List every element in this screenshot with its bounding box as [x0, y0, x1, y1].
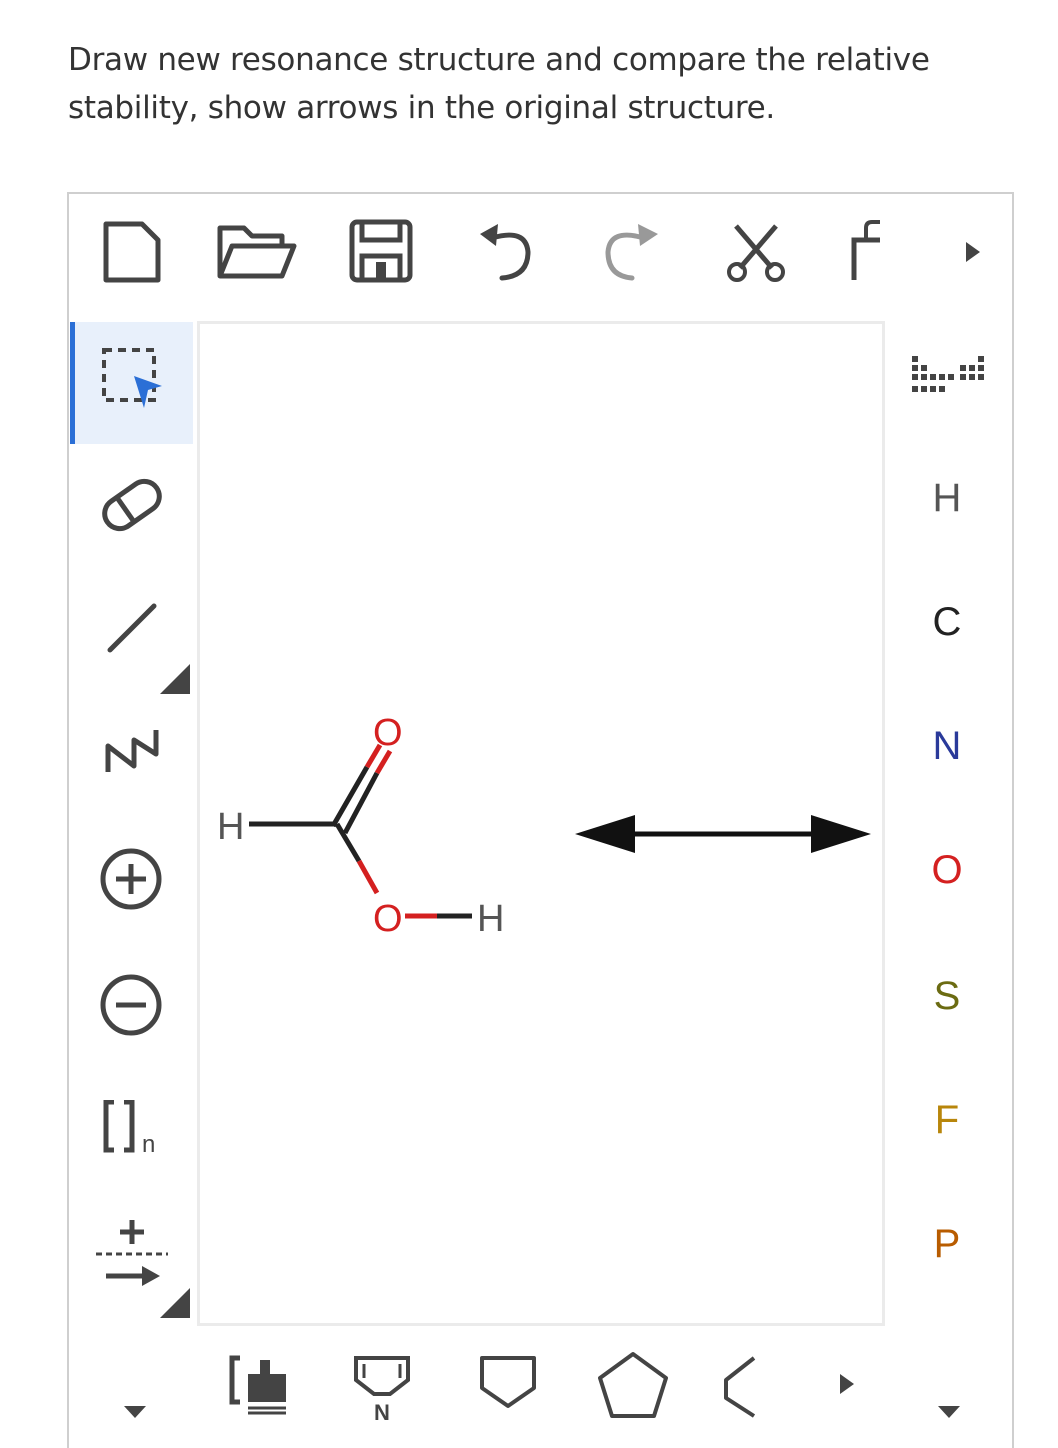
atom-h-right[interactable]: H [477, 898, 504, 940]
positive-charge-icon[interactable] [98, 846, 164, 912]
template-library-icon[interactable] [228, 1354, 290, 1416]
question-text: Draw new resonance structure and compare… [68, 36, 968, 132]
resonance-arrow-left-head[interactable] [575, 815, 635, 853]
save-icon[interactable] [348, 218, 414, 284]
atom-o-top[interactable]: O [373, 712, 403, 754]
single-bond-icon[interactable] [104, 600, 160, 656]
element-p[interactable]: P [906, 1214, 988, 1274]
element-n[interactable]: N [906, 716, 988, 776]
element-c-label: C [932, 600, 962, 644]
select-lasso-icon[interactable] [98, 344, 168, 414]
molecule-structure[interactable]: H O O H [197, 321, 885, 1326]
bond-options-corner-icon[interactable] [160, 664, 190, 694]
element-h-label: H [932, 476, 962, 520]
open-folder-icon[interactable] [214, 222, 298, 280]
question-line-1: Draw new resonance structure and compare… [68, 42, 930, 78]
question-line-2: stability, show arrows in the original s… [68, 90, 775, 126]
reaction-arrow-icon[interactable] [94, 1214, 170, 1290]
cyclohexane-template-icon[interactable] [478, 1354, 538, 1410]
atom-o-bottom[interactable]: O [373, 898, 403, 940]
negative-charge-icon[interactable] [98, 972, 164, 1038]
resonance-arrow-right-head[interactable] [811, 815, 871, 853]
arrow-options-corner-icon[interactable] [160, 1288, 190, 1318]
element-o-label: O [931, 848, 963, 892]
template-n-label: N [374, 1400, 390, 1424]
element-s-label: S [933, 974, 961, 1018]
chain-icon[interactable] [104, 726, 160, 778]
element-f-label: F [934, 1098, 960, 1142]
right-more-down-icon[interactable] [936, 1404, 962, 1420]
template-n-ring-icon[interactable]: N [352, 1354, 412, 1424]
element-c[interactable]: C [906, 592, 988, 652]
element-o[interactable]: O [906, 840, 988, 900]
bracket-subscript: n [142, 1131, 155, 1156]
left-more-down-icon[interactable] [122, 1404, 148, 1420]
bond-c-o-single-b[interactable] [356, 859, 380, 895]
new-document-icon[interactable] [100, 220, 162, 284]
element-h[interactable]: H [906, 468, 988, 528]
element-s[interactable]: S [906, 966, 988, 1026]
eraser-icon[interactable] [96, 474, 168, 536]
templates-more-icon[interactable] [838, 1372, 856, 1396]
more-arrow-icon[interactable] [962, 240, 982, 264]
cut-icon[interactable] [726, 222, 786, 284]
atom-h-left[interactable]: H [217, 806, 244, 848]
copy-icon[interactable] [848, 216, 884, 284]
undo-icon[interactable] [476, 222, 534, 282]
element-p-label: P [933, 1222, 961, 1266]
partial-ring-template-icon[interactable] [722, 1354, 758, 1420]
periodic-table-icon[interactable] [912, 356, 984, 398]
bracket-icon[interactable]: n [102, 1100, 166, 1156]
cyclopentane-template-icon[interactable] [596, 1350, 670, 1420]
element-f[interactable]: F [906, 1090, 988, 1150]
redo-icon[interactable] [602, 222, 660, 282]
bond-c-o-double-2b[interactable] [374, 749, 393, 775]
element-n-label: N [932, 724, 962, 768]
